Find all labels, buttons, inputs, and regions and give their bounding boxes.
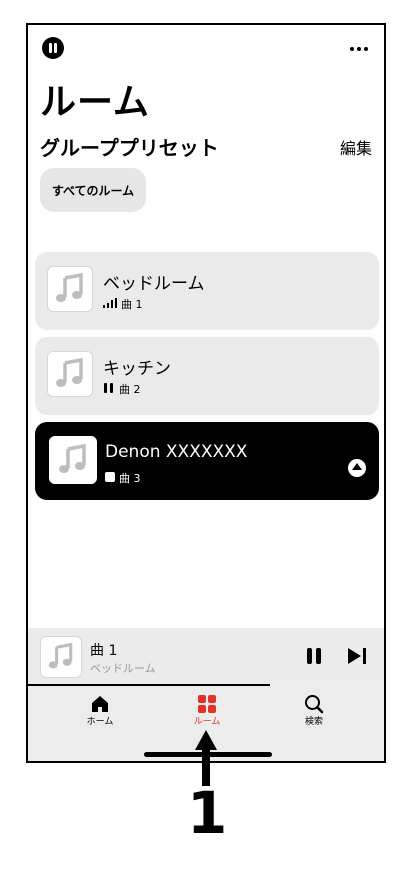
room-name: ベッドルーム — [103, 274, 205, 294]
more-options-icon[interactable] — [348, 37, 370, 59]
edit-button[interactable]: 編集 — [340, 135, 372, 159]
phone-screen: ルーム グループプリセット 編集 すべてのルーム ベッドルーム 曲 1 キッチン… — [26, 23, 386, 763]
room-track: 曲 3 — [119, 472, 141, 485]
eject-icon[interactable] — [347, 458, 367, 478]
tab-home[interactable]: ホーム — [70, 694, 130, 734]
all-rooms-preset-chip[interactable]: すべてのルーム — [40, 168, 146, 212]
search-icon — [284, 694, 344, 714]
room-card-denon[interactable]: Denon XXXXXXX 曲 3 — [35, 422, 379, 500]
signal-bars-icon — [103, 297, 117, 311]
album-art-icon — [47, 351, 93, 397]
mini-track-title: 曲 1 — [90, 643, 118, 659]
tab-label: 検索 — [304, 717, 323, 727]
tab-label: ルーム — [193, 717, 221, 727]
room-card-kitchen[interactable]: キッチン 曲 2 — [35, 337, 379, 415]
album-art-icon — [47, 266, 93, 312]
room-track: 曲 1 — [121, 298, 143, 311]
page-title: ルーム — [40, 82, 150, 123]
album-art-icon — [49, 436, 97, 484]
album-art-icon — [40, 636, 82, 678]
pause-all-icon[interactable] — [42, 37, 64, 59]
callout-number: 1 — [187, 779, 228, 847]
pause-icon — [103, 382, 115, 396]
skip-next-button[interactable] — [346, 646, 368, 666]
mini-room-name: ベッドルーム — [90, 662, 156, 675]
room-track: 曲 2 — [119, 383, 141, 396]
pause-button[interactable] — [304, 646, 324, 666]
home-icon — [70, 694, 130, 714]
tab-label: ホーム — [86, 717, 114, 727]
rooms-grid-icon — [177, 694, 237, 714]
room-card-bedroom[interactable]: ベッドルーム 曲 1 — [35, 252, 379, 330]
mini-player[interactable]: 曲 1 ベッドルーム — [28, 628, 384, 686]
room-name: キッチン — [103, 359, 171, 379]
room-status: 曲 1 — [103, 296, 143, 312]
room-status: 曲 3 — [105, 470, 141, 486]
group-presets-heading: グループプリセット — [40, 136, 219, 160]
room-name: Denon XXXXXXX — [105, 442, 248, 462]
room-status: 曲 2 — [103, 381, 141, 397]
tab-search[interactable]: 検索 — [284, 694, 344, 734]
stop-icon — [105, 471, 115, 485]
